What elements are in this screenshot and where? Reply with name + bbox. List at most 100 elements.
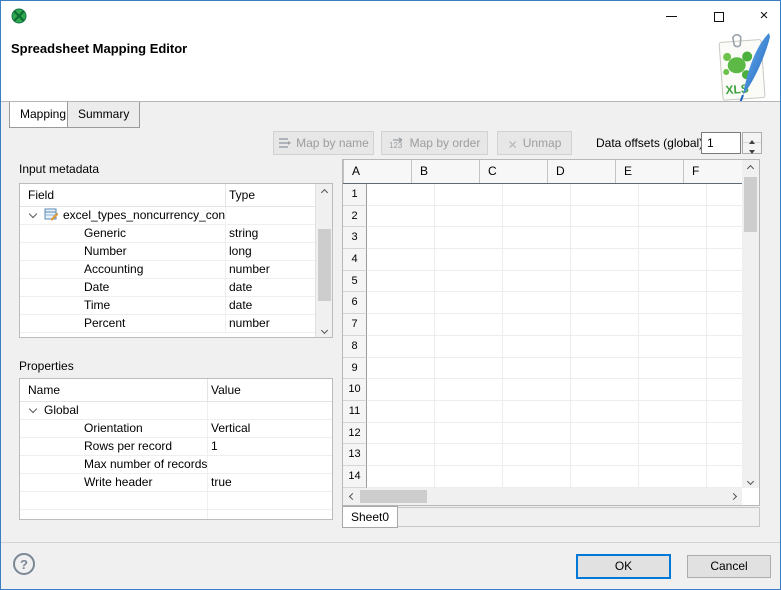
grid-cell[interactable] xyxy=(435,205,503,228)
grid-cell[interactable] xyxy=(367,465,435,488)
grid-cell[interactable] xyxy=(435,400,503,423)
grid-cell[interactable] xyxy=(503,357,571,380)
tab-summary[interactable]: Summary xyxy=(67,102,141,128)
titlebar[interactable]: × xyxy=(1,1,780,31)
grid-cell[interactable] xyxy=(367,444,435,466)
grid-cell[interactable] xyxy=(367,422,435,445)
grid-cell[interactable] xyxy=(503,422,571,445)
grid-cell[interactable] xyxy=(367,270,435,293)
scroll-down-button[interactable] xyxy=(742,473,759,488)
grid-cell[interactable] xyxy=(571,379,639,401)
spinner-down-button[interactable] xyxy=(743,143,761,154)
column-header-field[interactable]: Field xyxy=(20,184,225,206)
grid-cell[interactable] xyxy=(639,292,707,315)
grid-cell[interactable] xyxy=(707,314,742,336)
grid-cell[interactable] xyxy=(503,444,571,466)
grid-cell[interactable] xyxy=(367,379,435,401)
metadata-root-row[interactable]: excel_types_noncurrency_con xyxy=(20,207,332,225)
metadata-field-row[interactable]: Percent number xyxy=(20,315,332,333)
grid-cell[interactable] xyxy=(707,379,742,401)
scrollbar-thumb[interactable] xyxy=(360,490,427,503)
grid-cell[interactable] xyxy=(435,292,503,315)
grid-cell[interactable] xyxy=(503,379,571,401)
scrollbar-thumb[interactable] xyxy=(744,177,757,232)
grid-row-header[interactable]: 9 xyxy=(343,357,367,380)
grid-row-header[interactable]: 14 xyxy=(343,465,367,488)
property-row[interactable]: Max number of records xyxy=(20,456,332,474)
properties-root-row[interactable]: Global xyxy=(20,402,332,420)
scrollbar-thumb[interactable] xyxy=(318,229,331,301)
grid-cell[interactable] xyxy=(571,444,639,466)
metadata-field-row[interactable]: Accounting number xyxy=(20,261,332,279)
grid-column-header[interactable]: F xyxy=(684,160,742,183)
grid-cell[interactable] xyxy=(571,292,639,315)
data-offsets-input[interactable] xyxy=(701,132,741,154)
grid-cell[interactable] xyxy=(639,249,707,271)
grid-row-header[interactable]: 4 xyxy=(343,249,367,271)
grid-cell[interactable] xyxy=(639,184,707,206)
grid-cell[interactable] xyxy=(571,400,639,423)
grid-column-header[interactable]: C xyxy=(480,160,548,183)
grid-cell[interactable] xyxy=(503,205,571,228)
spinner-up-button[interactable] xyxy=(743,133,761,144)
grid-cell[interactable] xyxy=(639,270,707,293)
grid-row-header[interactable]: 11 xyxy=(343,400,367,423)
grid-cell[interactable] xyxy=(435,227,503,250)
metadata-field-row[interactable]: Number long xyxy=(20,243,332,261)
grid-cell[interactable] xyxy=(639,465,707,488)
grid-cell[interactable] xyxy=(639,357,707,380)
input-metadata-scrollbar[interactable] xyxy=(315,184,332,337)
grid-cell[interactable] xyxy=(639,205,707,228)
map-by-name-button[interactable]: Map by name xyxy=(273,131,374,155)
grid-cell[interactable] xyxy=(503,314,571,336)
grid-row-header[interactable]: 5 xyxy=(343,270,367,293)
grid-vertical-scrollbar[interactable] xyxy=(742,160,759,488)
metadata-field-row[interactable]: Generic string xyxy=(20,225,332,243)
grid-cell[interactable] xyxy=(367,184,435,206)
grid-cell[interactable] xyxy=(571,357,639,380)
grid-row-header[interactable]: 10 xyxy=(343,379,367,401)
grid-cell[interactable] xyxy=(503,249,571,271)
grid-cell[interactable] xyxy=(571,465,639,488)
grid-cell[interactable] xyxy=(503,465,571,488)
grid-cell[interactable] xyxy=(639,444,707,466)
map-by-order-button[interactable]: 123 Map by order xyxy=(381,131,488,155)
grid-cell[interactable] xyxy=(707,184,742,206)
grid-row-header[interactable]: 8 xyxy=(343,335,367,358)
grid-cell[interactable] xyxy=(571,227,639,250)
grid-horizontal-scrollbar[interactable] xyxy=(343,488,742,505)
grid-row-header[interactable]: 6 xyxy=(343,292,367,315)
grid-cell[interactable] xyxy=(571,184,639,206)
grid-cell[interactable] xyxy=(435,184,503,206)
grid-cell[interactable] xyxy=(503,292,571,315)
property-row[interactable]: Write header true xyxy=(20,474,332,492)
scroll-down-button[interactable] xyxy=(316,322,332,337)
grid-cell[interactable] xyxy=(367,227,435,250)
grid-cell[interactable] xyxy=(571,335,639,358)
grid-cell[interactable] xyxy=(367,314,435,336)
tree-expanded-icon[interactable] xyxy=(28,209,38,219)
grid-cell[interactable] xyxy=(503,227,571,250)
ok-button[interactable]: OK xyxy=(576,554,671,579)
grid-cell[interactable] xyxy=(435,335,503,358)
property-row[interactable]: Rows per record 1 xyxy=(20,438,332,456)
grid-row-header[interactable]: 12 xyxy=(343,422,367,445)
grid-cell[interactable] xyxy=(707,270,742,293)
grid-cell[interactable] xyxy=(707,249,742,271)
grid-cell[interactable] xyxy=(367,335,435,358)
grid-row-header[interactable]: 1 xyxy=(343,184,367,206)
grid-cell[interactable] xyxy=(367,400,435,423)
tree-expanded-icon[interactable] xyxy=(28,404,38,414)
close-button[interactable]: × xyxy=(748,1,780,31)
grid-cell[interactable] xyxy=(571,205,639,228)
grid-cell[interactable] xyxy=(639,400,707,423)
grid-cell[interactable] xyxy=(367,205,435,228)
column-header-name[interactable]: Name xyxy=(20,379,207,401)
metadata-field-row[interactable]: Time date xyxy=(20,297,332,315)
grid-cell[interactable] xyxy=(707,227,742,250)
grid-cell[interactable] xyxy=(707,335,742,358)
maximize-button[interactable] xyxy=(703,1,735,31)
grid-cell[interactable] xyxy=(367,357,435,380)
grid-cell[interactable] xyxy=(367,249,435,271)
scroll-left-button[interactable] xyxy=(343,488,358,505)
